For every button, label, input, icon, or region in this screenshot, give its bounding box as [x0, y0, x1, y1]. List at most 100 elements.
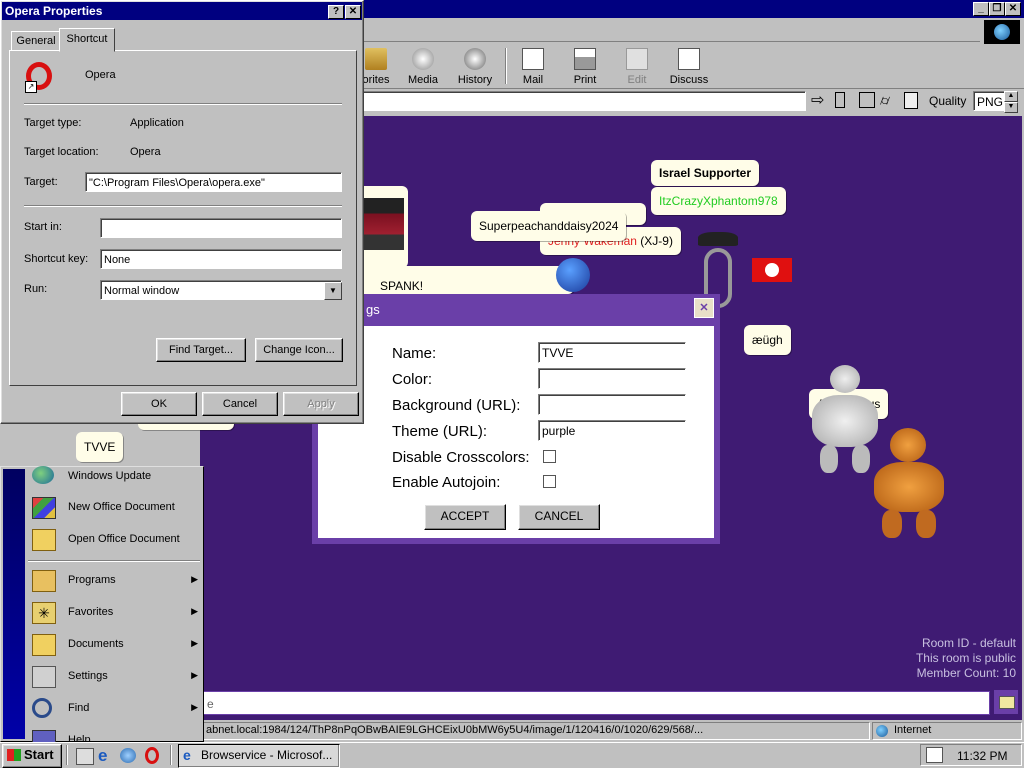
favorites-icon — [365, 48, 387, 70]
target-input[interactable]: "C:\Program Files\Opera\opera.exe" — [85, 172, 342, 192]
opera-properties-titlebar: Opera Properties — [2, 2, 362, 20]
binoculars-icon[interactable]: ⌭ — [880, 92, 890, 109]
aeugh-text: æügh — [752, 333, 783, 347]
throbber-globe-icon — [984, 20, 1020, 44]
opera-taskbar-icon[interactable] — [145, 747, 159, 764]
show-desktop-icon[interactable] — [76, 748, 94, 765]
settings-icon — [32, 666, 56, 688]
crosscolors-label: Disable Crosscolors: — [392, 449, 530, 466]
menu-find[interactable]: Find ▶ — [26, 693, 204, 725]
address-input[interactable] — [362, 91, 806, 111]
outlook-express-icon[interactable] — [120, 748, 136, 763]
menu-open-office-document[interactable]: Open Office Document — [26, 524, 204, 556]
name-input[interactable]: TVVE — [538, 342, 686, 363]
bonzi-orange-avatar[interactable] — [868, 428, 950, 540]
toolbar-edit[interactable]: Edit — [611, 48, 663, 86]
bookmark-icon[interactable] — [835, 92, 845, 108]
menu-favorites[interactable]: ✳ Favorites ▶ — [26, 597, 204, 629]
accept-button[interactable]: ACCEPT — [424, 504, 506, 530]
ie-task-icon: e — [183, 747, 191, 763]
target-type-label: Target type: — [24, 117, 82, 129]
target-location-label: Target location: — [24, 146, 99, 158]
go-arrow-icon[interactable]: ⇨ — [811, 92, 824, 110]
menu-windows-update[interactable]: Windows Update — [26, 466, 204, 486]
toolbar-mail[interactable]: Mail — [507, 48, 559, 86]
start-in-label: Start in: — [24, 221, 62, 233]
target-location-value: Opera — [130, 146, 161, 158]
change-icon-button[interactable]: Change Icon... — [255, 338, 343, 362]
room-public-status: This room is public — [915, 651, 1016, 665]
bubble-aeugh: æügh — [744, 325, 791, 355]
menu-bar — [360, 19, 980, 42]
theme-input[interactable]: purple — [538, 420, 686, 441]
tab-general[interactable]: General — [11, 31, 61, 51]
cancel-button[interactable]: Cancel — [202, 392, 278, 416]
autojoin-checkbox[interactable] — [543, 475, 556, 488]
run-dropdown-arrow-icon[interactable]: ▼ — [324, 282, 342, 300]
settings-cancel-button[interactable]: CANCEL — [518, 504, 600, 530]
minimize-button[interactable]: _ — [973, 2, 989, 16]
internet-explorer-icon[interactable]: e — [98, 747, 107, 764]
menu-find-label: Find — [68, 702, 90, 714]
taskbar-browservice[interactable]: e Browservice - Microsof... — [178, 744, 340, 768]
chat-send-button[interactable] — [994, 690, 1018, 714]
submenu-arrow-icon: ▶ — [191, 606, 198, 616]
crosscolors-checkbox[interactable] — [543, 450, 556, 463]
toolbar-media[interactable]: Media — [397, 48, 449, 86]
tray-scheduler-icon[interactable] — [926, 747, 943, 763]
menu-programs[interactable]: Programs ▶ — [26, 565, 204, 597]
room-id: Room ID - default — [921, 636, 1016, 650]
room-info: Room ID - default This room is public Me… — [916, 636, 1016, 681]
help-icon — [32, 730, 56, 742]
toolbar-print[interactable]: Print — [559, 48, 611, 86]
toolbar-history[interactable]: History — [449, 48, 501, 86]
quality-select[interactable]: PNG — [973, 91, 1007, 111]
clipboard-icon[interactable] — [904, 92, 918, 109]
bubble-superpeach: Superpeachanddaisy2024 — [471, 211, 627, 241]
tab-shortcut[interactable]: Shortcut — [59, 28, 115, 52]
quality-spinner[interactable]: ▲ ▼ — [1004, 91, 1018, 113]
help-button[interactable]: ? — [328, 5, 344, 19]
image-icon[interactable] — [859, 92, 875, 108]
opera-close-button[interactable]: ✕ — [345, 5, 361, 19]
opera-app-icon: ↗ — [25, 62, 52, 93]
apply-button[interactable]: Apply — [283, 392, 359, 416]
chat-input[interactable]: e — [202, 691, 990, 715]
bubble-itzcrazy: ItzCrazyXphantom978 — [651, 187, 786, 215]
blue-bird-avatar[interactable] — [556, 258, 590, 292]
bubble-tvve: TVVE — [76, 432, 124, 462]
run-select[interactable]: Normal window — [100, 280, 342, 300]
documents-icon — [32, 634, 56, 656]
ok-button[interactable]: OK — [121, 392, 197, 416]
settings-close-button[interactable]: ✕ — [694, 298, 714, 318]
menu-documents[interactable]: Documents ▶ — [26, 629, 204, 661]
background-input[interactable] — [538, 394, 686, 415]
target-label: Target: — [24, 176, 58, 188]
shortcut-key-input[interactable]: None — [100, 249, 342, 269]
start-button[interactable]: Start — [2, 744, 62, 768]
toolbar-discuss[interactable]: Discuss — [663, 48, 715, 86]
tab-general-label: General — [16, 35, 56, 47]
start-in-input[interactable] — [100, 218, 342, 238]
globe-icon — [32, 466, 54, 484]
color-input[interactable] — [538, 368, 686, 389]
programs-icon — [32, 570, 56, 592]
submenu-arrow-icon: ▶ — [191, 574, 198, 584]
star-icon: ✳ — [32, 602, 56, 624]
superpeach-name: Superpeachanddaisy2024 — [479, 219, 619, 233]
menu-settings-label: Settings — [68, 670, 108, 682]
menu-new-office-document[interactable]: New Office Document — [26, 492, 204, 524]
close-button[interactable]: ✕ — [1005, 2, 1021, 16]
status-url: abnet.local:1984/124/ThP8nPqOBwBAIE9LGHC… — [206, 724, 704, 736]
menu-help[interactable]: Help — [26, 725, 204, 742]
restore-button[interactable]: ❐ — [989, 2, 1005, 16]
find-target-button[interactable]: Find Target... — [156, 338, 246, 362]
history-icon — [464, 48, 486, 70]
toolbar-discuss-label: Discuss — [669, 74, 709, 86]
opera-properties-title: Opera Properties — [5, 4, 103, 18]
toolbar-media-label: Media — [408, 74, 438, 86]
status-zone: Internet — [894, 724, 932, 736]
print-icon — [574, 48, 596, 70]
props-separator-2 — [24, 205, 342, 207]
menu-settings[interactable]: Settings ▶ — [26, 661, 204, 693]
